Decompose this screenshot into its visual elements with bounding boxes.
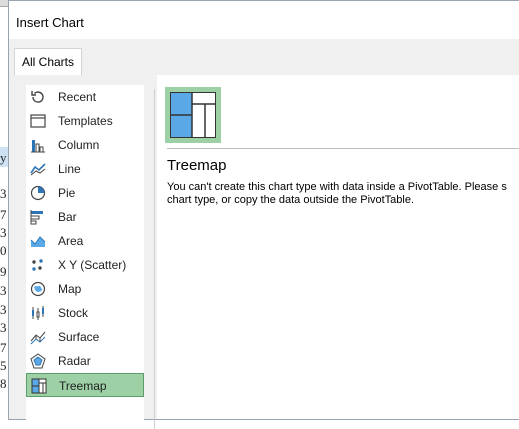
radar-chart-icon (30, 353, 46, 369)
dialog-title: Insert Chart (16, 15, 84, 30)
chart-type-label: Treemap (59, 379, 107, 393)
scatter-chart-icon (30, 257, 46, 273)
chart-type-item-pie[interactable]: Pie (26, 181, 144, 205)
chart-message: You can't create this chart type with da… (167, 181, 519, 207)
tab-all-charts[interactable]: All Charts (14, 48, 83, 75)
chart-type-item-stock[interactable]: Stock (26, 301, 144, 325)
insert-chart-dialog: Insert Chart All Charts Recent Templates C… (8, 0, 519, 429)
stock-chart-icon (30, 305, 46, 321)
chart-type-label: Column (58, 138, 100, 152)
column-chart-icon (30, 137, 46, 153)
chart-type-label: Recent (58, 90, 97, 104)
chart-type-label: Area (58, 234, 84, 248)
chart-detail-panel: Treemap You can't create this chart type… (157, 75, 519, 419)
chart-type-list: Recent Templates Column Line Pie Bar Area X Y (… (26, 85, 144, 425)
chart-type-item-x-y-scatter-[interactable]: X Y (Scatter) (26, 253, 144, 277)
pie-chart-icon (30, 185, 46, 201)
dialog-titlebar: Insert Chart (9, 1, 519, 39)
detail-separator (167, 148, 519, 149)
bar-chart-icon (30, 209, 46, 225)
chart-type-item-map[interactable]: Map (26, 277, 144, 301)
chart-type-item-treemap[interactable]: Treemap (26, 373, 144, 397)
chart-type-item-templates[interactable]: Templates (26, 109, 144, 133)
map-chart-icon (30, 281, 46, 297)
chart-type-item-area[interactable]: Area (26, 229, 144, 253)
panel-divider (154, 89, 155, 429)
chart-type-label: Line (58, 162, 81, 176)
chart-type-label: Map (58, 282, 82, 296)
chart-type-label: Stock (58, 306, 89, 320)
templates-icon (30, 113, 46, 129)
chart-type-label: X Y (Scatter) (58, 258, 127, 272)
chart-type-label: Templates (58, 114, 113, 128)
chart-message-line2: chart type, or copy the data outside the… (167, 194, 415, 206)
chart-type-label: Surface (58, 330, 100, 344)
line-chart-icon (30, 161, 46, 177)
chart-type-item-radar[interactable]: Radar (26, 349, 144, 373)
recent-icon (30, 89, 46, 105)
chart-type-item-line[interactable]: Line (26, 157, 144, 181)
dialog-content: Recent Templates Column Line Pie Bar Area X Y (… (9, 75, 519, 429)
chart-type-label: Pie (58, 186, 76, 200)
treemap-chart-icon (31, 378, 47, 394)
chart-type-item-recent[interactable]: Recent (26, 85, 144, 109)
tab-bar: All Charts (9, 39, 519, 75)
treemap-preview-icon (170, 92, 216, 138)
area-chart-icon (30, 233, 46, 249)
chart-type-item-surface[interactable]: Surface (26, 325, 144, 349)
chart-type-label: Bar (58, 210, 77, 224)
treemap-thumbnail[interactable] (165, 87, 221, 143)
chart-type-name: Treemap (167, 157, 227, 174)
chart-type-label: Radar (58, 354, 91, 368)
chart-message-line1: You can't create this chart type with da… (167, 181, 507, 193)
chart-type-item-column[interactable]: Column (26, 133, 144, 157)
surface-chart-icon (30, 329, 46, 345)
chart-type-item-bar[interactable]: Bar (26, 205, 144, 229)
